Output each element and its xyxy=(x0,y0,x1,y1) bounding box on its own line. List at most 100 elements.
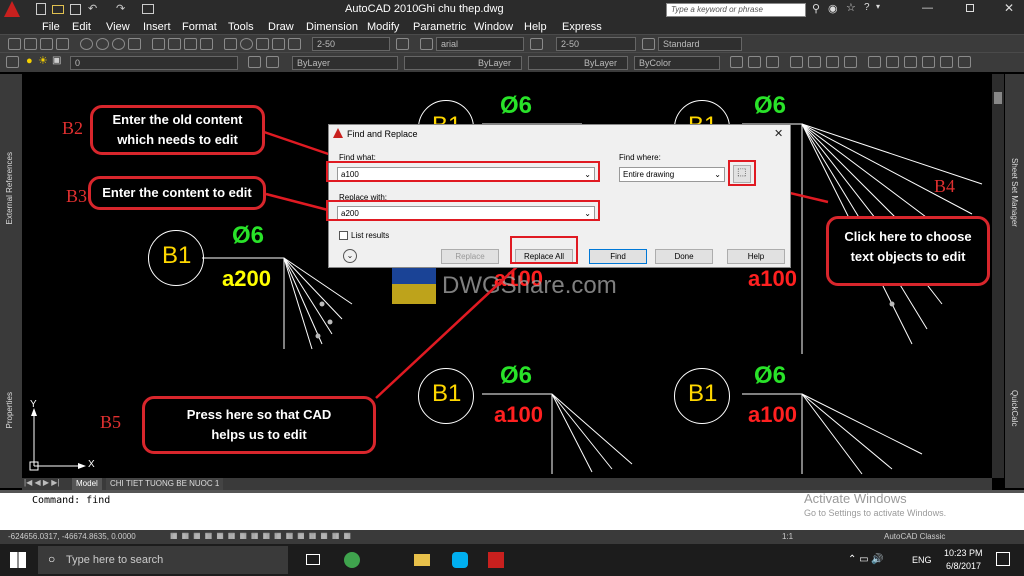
menu-parametric[interactable]: Parametric xyxy=(413,20,466,34)
view-tool-5-icon[interactable] xyxy=(808,56,821,68)
menu-help[interactable]: Help xyxy=(524,20,547,34)
sun-icon[interactable]: ☀ xyxy=(38,54,48,67)
view-tool-2-icon[interactable] xyxy=(748,56,761,68)
tolerance-icon[interactable] xyxy=(224,38,237,50)
skype-icon[interactable] xyxy=(452,552,468,568)
table-style-dropdown[interactable]: Standard xyxy=(658,37,742,51)
view-tool-3-icon[interactable] xyxy=(766,56,779,68)
find-button[interactable]: Find xyxy=(589,249,647,264)
tab-nav-icons[interactable]: |◀ ◀ ▶ ▶| xyxy=(24,478,59,487)
dialog-close-icon[interactable]: ✕ xyxy=(774,127,783,140)
help-button[interactable]: Help xyxy=(727,249,785,264)
menu-draw[interactable]: Draw xyxy=(268,20,294,34)
quickcalc-tab[interactable]: QuickCalc xyxy=(1010,390,1019,426)
dimension-edit-icon[interactable] xyxy=(288,38,301,50)
menu-view[interactable]: View xyxy=(106,20,130,34)
view-tool-12-icon[interactable] xyxy=(940,56,953,68)
menu-express[interactable]: Express xyxy=(562,20,602,34)
view-tool-4-icon[interactable] xyxy=(790,56,803,68)
dimension-style-dropdown-2[interactable]: 2-50 xyxy=(556,37,636,51)
expand-options-icon[interactable]: ⌄ xyxy=(343,249,357,263)
windows-start-icon[interactable] xyxy=(10,552,26,568)
tab-layout-1[interactable]: CHI TIET TUONG BE NUOC 1 xyxy=(106,478,224,490)
menu-insert[interactable]: Insert xyxy=(143,20,171,34)
lock-icon[interactable]: ▣ xyxy=(52,55,61,66)
inspection-icon[interactable] xyxy=(256,38,269,50)
redo-icon[interactable]: ↷ xyxy=(116,2,125,15)
clock-time[interactable]: 10:23 PM xyxy=(944,548,983,558)
view-tool-9-icon[interactable] xyxy=(886,56,899,68)
lineweight-dropdown[interactable]: ByLayer xyxy=(528,56,628,70)
find-where-dropdown[interactable]: Entire drawing ⌄ xyxy=(619,167,725,182)
new-icon[interactable] xyxy=(36,3,46,15)
menu-edit[interactable]: Edit xyxy=(72,20,91,34)
radius-dimension-icon[interactable] xyxy=(80,38,93,50)
tab-model[interactable]: Model xyxy=(72,478,102,490)
lightbulb-icon[interactable]: ● xyxy=(26,55,33,67)
menu-dimension[interactable]: Dimension xyxy=(306,20,358,34)
communication-center-icon[interactable]: ◉ xyxy=(828,2,838,15)
view-tool-13-icon[interactable] xyxy=(958,56,971,68)
view-tool-8-icon[interactable] xyxy=(868,56,881,68)
command-line[interactable]: Command: find Activate Windows Go to Set… xyxy=(0,490,1024,530)
jogged-dimension-icon[interactable] xyxy=(96,38,109,50)
help-search-input[interactable]: Type a keyword or phrase xyxy=(666,3,806,17)
view-tool-6-icon[interactable] xyxy=(826,56,839,68)
color-dropdown[interactable]: ByLayer xyxy=(292,56,398,70)
task-view-icon[interactable] xyxy=(306,554,320,565)
vertical-scrollbar[interactable] xyxy=(992,74,1004,478)
dimension-style-dropdown[interactable]: 2-50 xyxy=(312,37,390,51)
view-tool-11-icon[interactable] xyxy=(922,56,935,68)
binoculars-icon[interactable]: ⚲ xyxy=(812,2,820,15)
view-tool-10-icon[interactable] xyxy=(904,56,917,68)
help-icon[interactable]: ? xyxy=(864,2,870,13)
quick-dimension-icon[interactable] xyxy=(152,38,165,50)
dimension-space-icon[interactable] xyxy=(200,38,213,50)
plot-icon[interactable] xyxy=(142,4,154,14)
done-button[interactable]: Done xyxy=(655,249,713,264)
make-current-layer-icon[interactable] xyxy=(248,56,261,68)
file-explorer-icon[interactable] xyxy=(414,554,430,566)
scroll-thumb[interactable] xyxy=(994,92,1002,104)
clock-date[interactable]: 6/8/2017 xyxy=(946,561,981,571)
external-references-tab[interactable]: External References xyxy=(5,152,14,224)
aligned-dimension-icon[interactable] xyxy=(24,38,37,50)
plotstyle-dropdown[interactable]: ByColor xyxy=(634,56,720,70)
sheet-set-manager-tab[interactable]: Sheet Set Manager xyxy=(1010,158,1019,227)
help-dropdown-icon[interactable]: ▾ xyxy=(876,2,880,11)
save-icon[interactable] xyxy=(70,4,81,15)
baseline-dimension-icon[interactable] xyxy=(168,38,181,50)
menu-tools[interactable]: Tools xyxy=(228,20,254,34)
linetype-dropdown[interactable]: ByLayer xyxy=(404,56,522,70)
replace-button[interactable]: Replace xyxy=(441,249,499,264)
layer-previous-icon[interactable] xyxy=(266,56,279,68)
autocad-logo-icon[interactable] xyxy=(4,1,20,17)
menu-modify[interactable]: Modify xyxy=(367,20,399,34)
notifications-icon[interactable] xyxy=(996,552,1010,566)
chevron-down-icon[interactable]: ⌄ xyxy=(714,168,721,181)
language-indicator[interactable]: ENG xyxy=(912,555,932,565)
minimize-icon[interactable]: — xyxy=(922,2,933,14)
favorites-icon[interactable]: ☆ xyxy=(846,1,856,14)
restore-icon[interactable] xyxy=(966,4,974,12)
workspace-switch[interactable]: AutoCAD Classic xyxy=(884,532,945,541)
taskbar-search-box[interactable]: ○ Type here to search xyxy=(38,546,288,574)
layer-properties-icon[interactable] xyxy=(6,56,19,68)
angular-dimension-icon[interactable] xyxy=(128,38,141,50)
coordinates-readout[interactable]: -624656.0317, -46674.8635, 0.0000 xyxy=(8,532,136,541)
text-style-dropdown[interactable]: arial xyxy=(436,37,524,51)
view-tool-1-icon[interactable] xyxy=(730,56,743,68)
undo-icon[interactable]: ↶ xyxy=(88,2,97,15)
properties-tab[interactable]: Properties xyxy=(5,392,14,428)
list-results-checkbox[interactable] xyxy=(339,231,348,240)
open-icon[interactable] xyxy=(52,5,64,14)
menu-format[interactable]: Format xyxy=(182,20,217,34)
annotation-scale[interactable]: 1:1 xyxy=(782,532,793,541)
continue-dimension-icon[interactable] xyxy=(184,38,197,50)
table-style-icon[interactable] xyxy=(642,38,655,50)
menu-window[interactable]: Window xyxy=(474,20,513,34)
dimstyle-manager-icon[interactable] xyxy=(530,38,543,50)
view-tool-7-icon[interactable] xyxy=(844,56,857,68)
dimension-style-icon[interactable] xyxy=(396,38,409,50)
arc-length-icon[interactable] xyxy=(40,38,53,50)
